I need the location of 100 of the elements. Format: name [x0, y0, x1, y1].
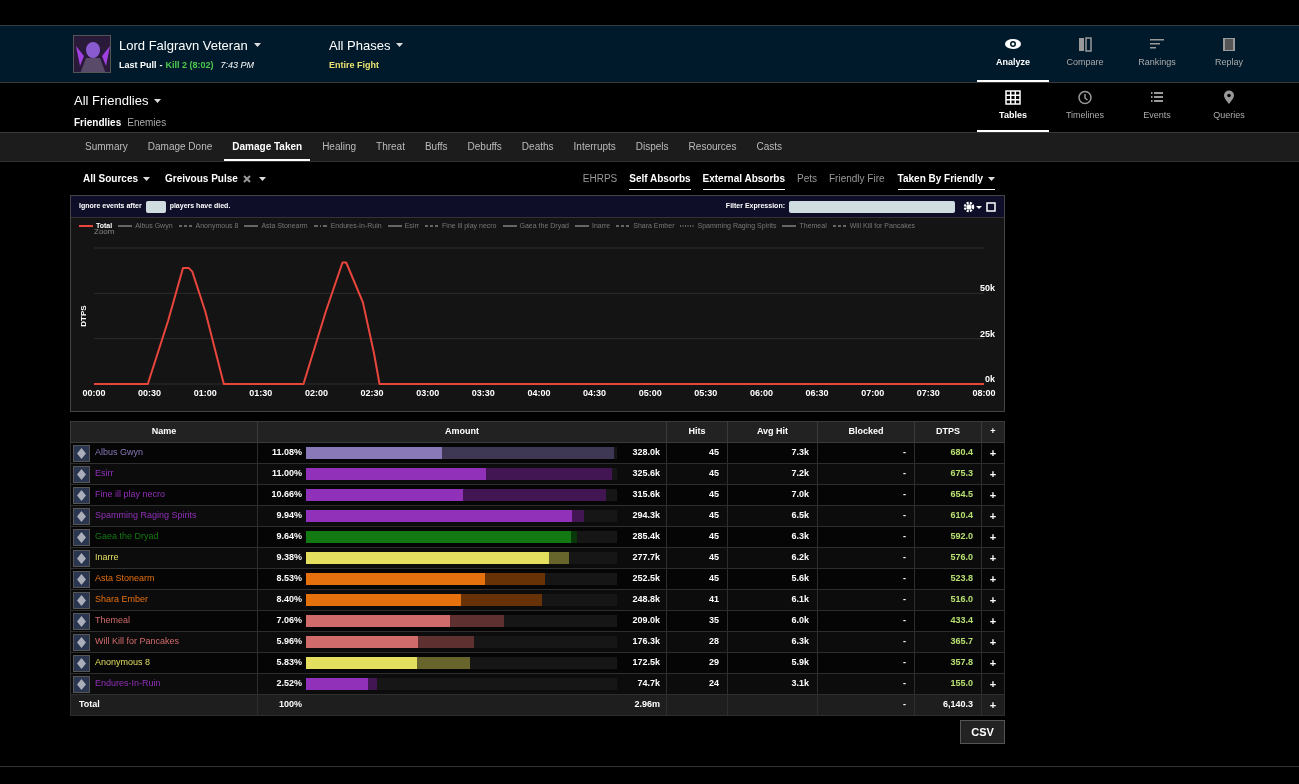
amount-text: 315.6k	[632, 488, 660, 502]
tab[interactable]: Healing	[314, 133, 365, 161]
emblem-icon	[73, 549, 90, 567]
tab[interactable]: Damage Taken	[224, 133, 311, 161]
x-tick-label: 06:00	[750, 388, 773, 398]
table-cell: 45	[666, 484, 728, 506]
filter-field[interactable]	[789, 200, 955, 213]
column-header[interactable]: Hits	[666, 421, 728, 443]
table-cell: 6.2k	[727, 547, 818, 569]
table-cell: -	[817, 505, 915, 527]
tab[interactable]: Damage Done	[139, 133, 221, 161]
x-tick-label: 01:30	[249, 388, 273, 398]
csv-button[interactable]: CSV	[960, 720, 1005, 744]
toggle-button[interactable]: EHRPS	[582, 171, 618, 190]
table-cell: -	[817, 631, 915, 653]
caret-icon	[154, 98, 162, 103]
tab[interactable]: Casts	[748, 133, 790, 161]
player-name[interactable]: Inarre	[95, 551, 119, 565]
toggle-button[interactable]: Self Absorbs	[629, 171, 691, 190]
settings-icon[interactable]	[963, 200, 983, 213]
column-header[interactable]: Blocked	[817, 421, 915, 443]
nav-tab[interactable]: Compare	[1049, 26, 1121, 82]
tab[interactable]: Buffs	[416, 133, 456, 161]
caret-icon	[988, 176, 995, 181]
table-cell: -	[817, 610, 915, 632]
line-swatch-icon	[680, 224, 695, 228]
player-name[interactable]: Shara Ember	[95, 593, 149, 607]
table-cell: -	[817, 463, 915, 485]
phase-dropdown[interactable]: All Phases	[329, 35, 404, 55]
ability-dropdown[interactable]: Greivous Pulse	[165, 171, 266, 186]
nav-tab[interactable]: Queries	[1193, 83, 1265, 132]
actor-option[interactable]: Enemies	[127, 114, 167, 130]
toggle-button[interactable]: Friendly Fire	[829, 171, 885, 190]
deaths-field[interactable]	[145, 200, 166, 213]
actor-option[interactable]: Friendlies	[74, 114, 122, 130]
emblem-icon	[73, 444, 90, 462]
column-header[interactable]: Name	[70, 421, 258, 443]
tab[interactable]: Resources	[680, 133, 745, 161]
column-header[interactable]: DTPS	[914, 421, 982, 443]
amount-text: 285.4k	[632, 530, 660, 544]
percent-text: 10.66%	[270, 488, 302, 502]
x-tick-label: 02:00	[305, 388, 328, 398]
tab[interactable]: Interrupts	[565, 133, 624, 161]
toggle-button[interactable]: Pets	[797, 171, 817, 190]
amount-text: 248.8k	[632, 593, 660, 607]
emblem-icon	[73, 507, 90, 525]
table-cell: -	[817, 484, 915, 506]
x-tick-label: 00:00	[82, 388, 106, 398]
sources-dropdown[interactable]: All Sources	[83, 171, 151, 186]
tab[interactable]: Threat	[368, 133, 413, 161]
table-cell: -	[817, 589, 915, 611]
amount-text: 325.6k	[632, 467, 660, 481]
column-header[interactable]: Amount	[257, 421, 667, 443]
table-cell: 45	[666, 568, 728, 590]
tab[interactable]: Deaths	[513, 133, 562, 161]
x-tick-label: 06:30	[805, 388, 829, 398]
emblem-icon	[73, 633, 90, 651]
toggle-button[interactable]: External Absorbs	[702, 171, 785, 190]
table-cell: 6.5k	[727, 505, 818, 527]
tab[interactable]: Summary	[77, 133, 136, 161]
line-swatch-icon	[616, 224, 631, 228]
actor-dropdown[interactable]: All Friendlies	[74, 91, 162, 111]
emblem-icon	[73, 570, 90, 588]
separator-text: -	[159, 59, 163, 72]
table-cell: 516.0	[914, 589, 982, 611]
column-header[interactable]: +	[981, 421, 1005, 443]
table-cell: -	[817, 652, 915, 674]
amount-text: 176.3k	[632, 635, 660, 649]
nav-tab[interactable]: Rankings	[1121, 26, 1193, 82]
table-cell: 45	[666, 442, 728, 464]
line-swatch-icon	[313, 224, 328, 228]
nav-tab[interactable]: Analyze	[977, 26, 1049, 82]
bars-icon	[1148, 36, 1166, 52]
player-name[interactable]: Albus Gwyn	[95, 446, 144, 460]
table-cell: 3.1k	[727, 673, 818, 695]
line-swatch-icon	[244, 224, 259, 228]
encounter-dropdown[interactable]: Lord Falgravn Veteran	[119, 35, 261, 55]
nav-tab[interactable]: Events	[1121, 83, 1193, 132]
table-cell: -	[817, 526, 915, 548]
line-swatch-icon	[502, 224, 517, 228]
nav-tab[interactable]: Replay	[1193, 26, 1265, 82]
column-header[interactable]: Avg Hit	[727, 421, 818, 443]
film-icon	[1220, 36, 1238, 52]
table-cell: 45	[666, 463, 728, 485]
maximize-icon[interactable]	[986, 201, 996, 212]
x-tick-label: 05:00	[638, 388, 662, 398]
amount-text: 252.5k	[632, 572, 660, 586]
table-cell: 592.0	[914, 526, 982, 548]
x-tick-label: 07:00	[861, 388, 885, 398]
player-name[interactable]: Themeal	[95, 614, 130, 628]
player-name[interactable]: Anonymous 8	[95, 656, 151, 670]
nav-tab[interactable]: Timelines	[1049, 83, 1121, 132]
kill-label: Kill 2 (8:02)	[165, 59, 214, 72]
y-tick-label: 25k	[979, 328, 995, 339]
grouping-dropdown[interactable]: Taken By Friendly	[897, 171, 995, 190]
table-cell: 45	[666, 505, 728, 527]
tab[interactable]: Debuffs	[459, 133, 510, 161]
line-swatch-icon	[178, 224, 193, 228]
tab[interactable]: Dispels	[627, 133, 677, 161]
amount-text: 328.0k	[632, 446, 660, 460]
